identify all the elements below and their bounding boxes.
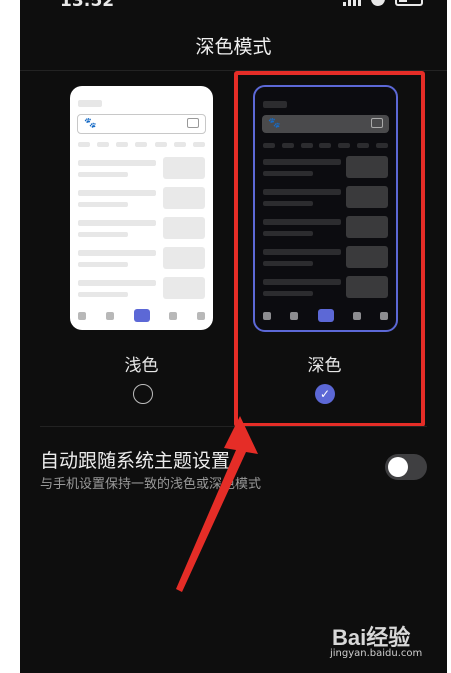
preview-feed-item (78, 247, 205, 272)
baidu-jingyan-watermark: Bai经验 jingyan.baidu.com (330, 620, 422, 659)
camera-icon (187, 118, 199, 128)
baidu-paw-icon: 🐾 (84, 118, 97, 129)
annotation-arrow-icon (176, 416, 258, 592)
preview-tabs (78, 142, 205, 147)
profile-icon (197, 311, 205, 320)
mic-icon (133, 309, 150, 322)
preview-feed-item (78, 187, 205, 212)
light-theme-preview[interactable]: 🐾 (70, 86, 213, 330)
preview-feed-item (78, 277, 205, 302)
wifi-icon (371, 0, 385, 6)
preview-feed-item (78, 217, 205, 242)
navigation-bar: 深色模式 (20, 22, 447, 71)
dark-mode-settings-screen: 13:52 深色模式 🐾 🐾 浅色 深色 ✓ 自动跟随系统主题设置 与手机设置保… (20, 0, 447, 673)
home-icon (78, 311, 86, 320)
light-theme-label: 浅色 (124, 356, 159, 376)
light-theme-radio[interactable] (133, 384, 153, 404)
watermark-url: jingyan.baidu.com (330, 648, 423, 659)
preview-header-bar (78, 100, 102, 107)
preview-search-bar: 🐾 (77, 114, 206, 134)
play-icon (105, 311, 114, 320)
annotation-highlight-box (234, 71, 425, 427)
auto-follow-toggle[interactable] (385, 454, 427, 480)
page-title: 深色模式 (195, 36, 272, 58)
battery-icon (395, 0, 423, 6)
message-icon (169, 311, 178, 320)
status-bar: 13:52 (20, 0, 447, 11)
status-icons (343, 0, 423, 6)
signal-icon (343, 0, 361, 6)
preview-feed-item (78, 157, 205, 182)
preview-bottom-bar (78, 309, 205, 322)
toggle-knob (388, 457, 408, 477)
status-time: 13:52 (60, 0, 115, 11)
